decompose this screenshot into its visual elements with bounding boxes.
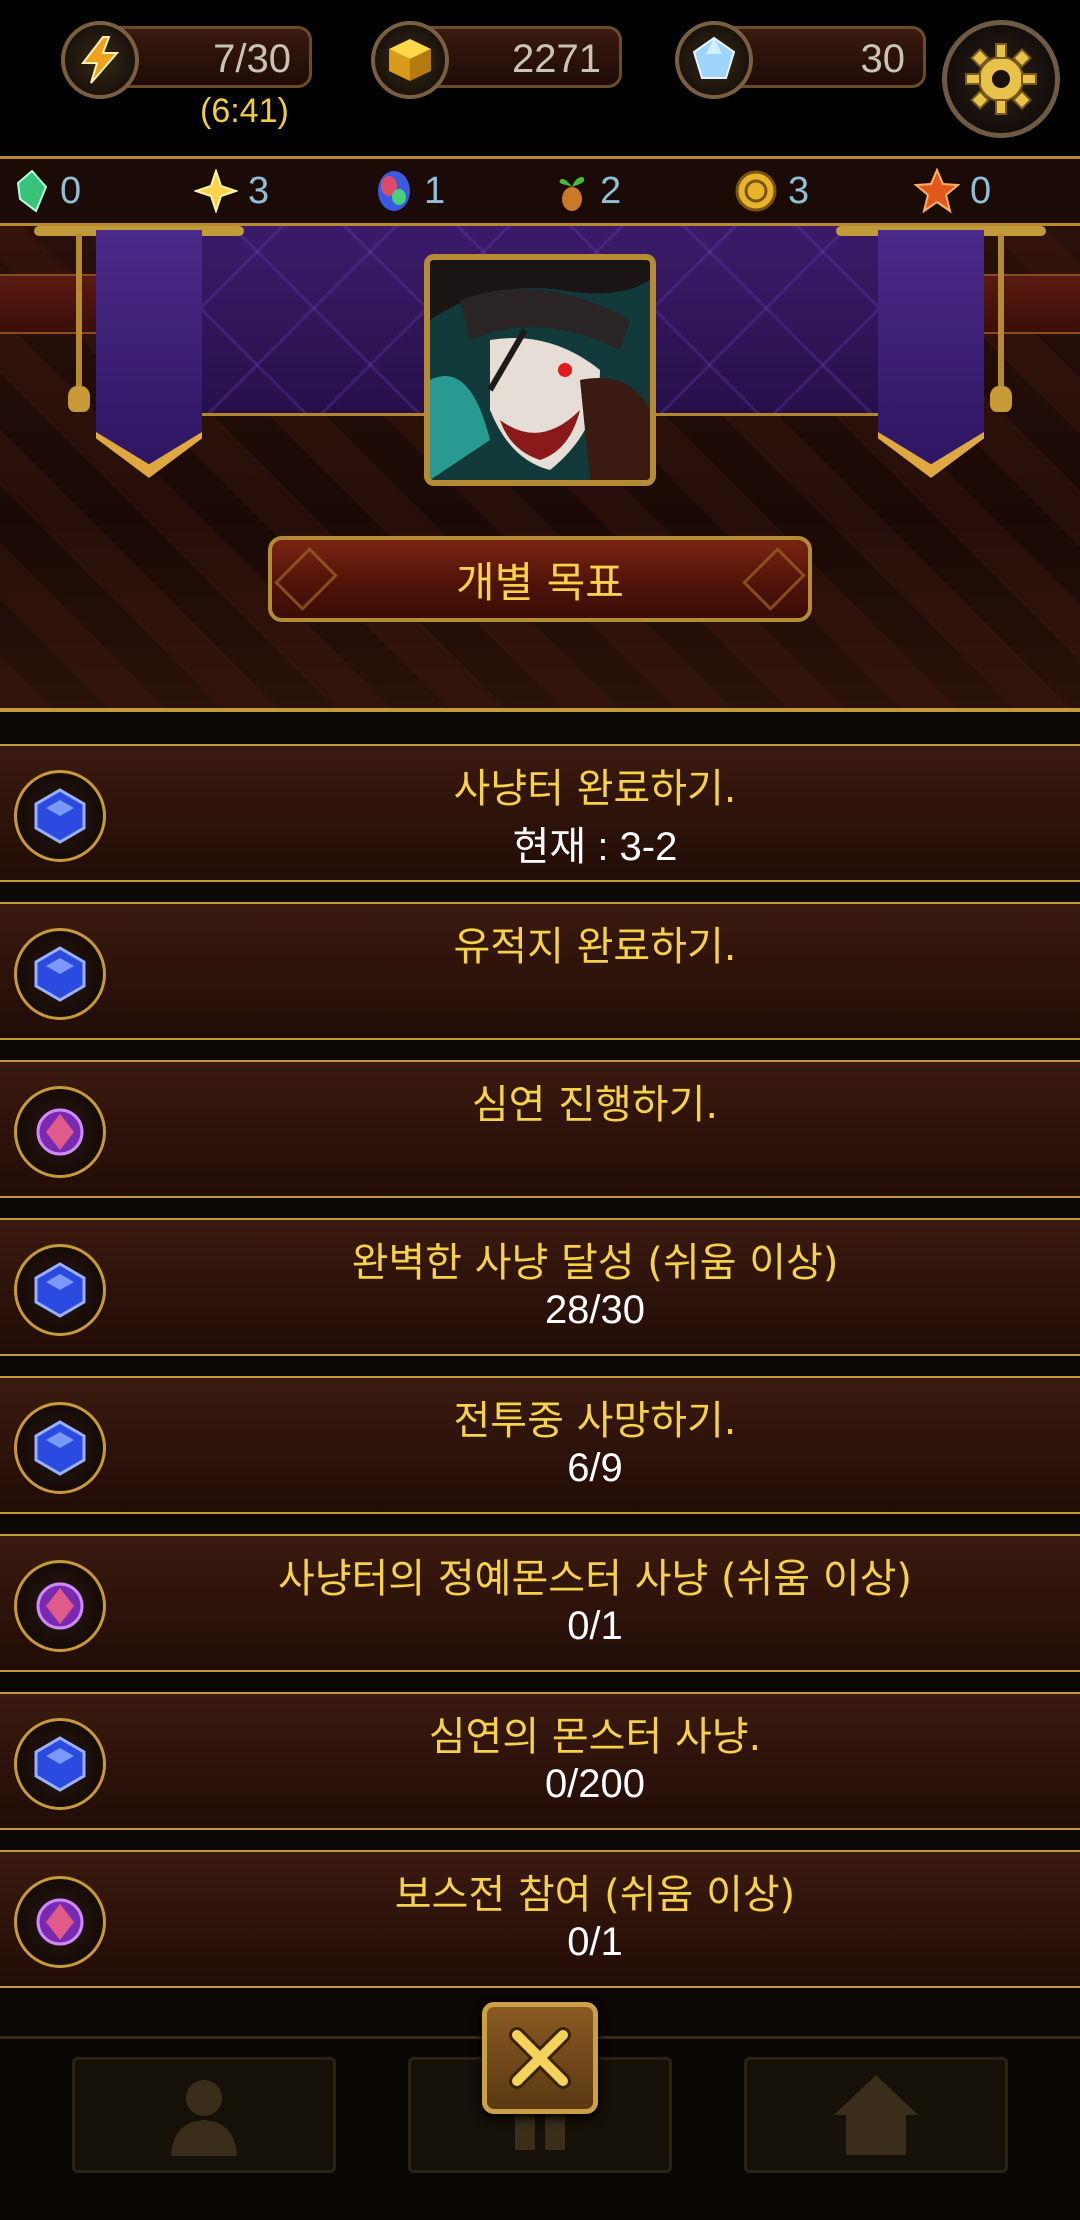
item-yellow-star[interactable]: 3 xyxy=(180,159,360,223)
goal-title-text: 완벽한 사냥 달성 (쉬움 이상) xyxy=(351,1240,839,1286)
nav-character-button[interactable] xyxy=(72,2057,336,2173)
gem-counter[interactable]: 30 xyxy=(675,21,926,99)
right-pennant xyxy=(878,230,984,478)
gold-counter[interactable]: 2271 xyxy=(371,21,622,99)
goal-row[interactable]: 사냥터의 정예몬스터 사냥 (쉬움 이상) 0/1 xyxy=(0,1534,1080,1672)
goal-title-text: 심연 진행하기. xyxy=(471,1082,719,1128)
item-inventory-strip: 0 3 1 2 3 0 xyxy=(0,156,1080,226)
home-icon xyxy=(834,2075,918,2155)
item-sprout[interactable]: 2 xyxy=(540,159,720,223)
sprout-icon xyxy=(559,177,585,211)
goal-title-text: 보스전 참여 (쉬움 이상) xyxy=(394,1872,796,1918)
blue-gem-reward-icon xyxy=(14,928,106,1020)
goal-title-text: 사냥터 완료하기. xyxy=(453,766,737,812)
goal-header: 개별 목표 xyxy=(0,226,1080,712)
gold-cube-icon xyxy=(371,21,449,99)
gold-coin-icon xyxy=(735,170,777,212)
goal-row[interactable]: 전투중 사망하기. 6/9 xyxy=(0,1376,1080,1514)
right-ornament xyxy=(742,547,806,611)
item-rainbow-gem[interactable]: 1 xyxy=(360,159,540,223)
gem-value: 30 xyxy=(860,37,906,81)
goal-progress: 0/1 xyxy=(567,1604,623,1648)
gear-icon xyxy=(965,43,1037,115)
goal-row[interactable]: 유적지 완료하기. xyxy=(0,902,1080,1040)
settings-button[interactable] xyxy=(942,20,1060,138)
rainbow-gem-icon xyxy=(378,171,410,211)
left-ornament xyxy=(274,547,338,611)
goal-progress: 0/1 xyxy=(567,1920,623,1964)
green-crystal-icon xyxy=(16,169,48,213)
header-divider xyxy=(0,708,1080,712)
nav-home-button[interactable] xyxy=(744,2057,1008,2173)
blue-gem-reward-icon xyxy=(14,1402,106,1494)
goal-row[interactable]: 완벽한 사냥 달성 (쉬움 이상) 28/30 xyxy=(0,1218,1080,1356)
item-green-crystal[interactable]: 0 xyxy=(0,159,180,223)
goal-title-text: 심연의 몬스터 사냥. xyxy=(428,1714,762,1760)
item-gold-coin[interactable]: 3 xyxy=(720,159,900,223)
red-star-icon xyxy=(914,168,960,214)
goal-title-text: 사냥터의 정예몬스터 사냥 (쉬움 이상) xyxy=(277,1556,913,1602)
hero-portrait xyxy=(424,254,656,486)
left-tassel xyxy=(68,234,90,412)
goal-progress: 현재 : 3-2 xyxy=(512,825,678,869)
right-tassel xyxy=(990,234,1012,412)
energy-timer: (6:41) xyxy=(200,92,289,130)
goal-progress: 0/200 xyxy=(544,1762,646,1806)
blue-gem-reward-icon xyxy=(14,1244,106,1336)
left-pennant xyxy=(96,230,202,478)
goal-progress: 28/30 xyxy=(544,1288,646,1332)
gold-value: 2271 xyxy=(512,37,601,81)
goal-title-text: 유적지 완료하기. xyxy=(453,924,737,970)
blue-gem-reward-icon xyxy=(14,770,106,862)
goal-row[interactable]: 보스전 참여 (쉬움 이상) 0/1 xyxy=(0,1850,1080,1988)
item-red-star[interactable]: 0 xyxy=(900,159,1080,223)
purple-gem-reward-icon xyxy=(14,1560,106,1652)
purple-gem-reward-icon xyxy=(14,1876,106,1968)
goal-progress: 6/9 xyxy=(567,1446,623,1490)
blue-gem-reward-icon xyxy=(14,1718,106,1810)
goal-title: 개별 목표 xyxy=(456,557,624,607)
person-icon xyxy=(171,2080,237,2156)
goal-row[interactable]: 심연 진행하기. xyxy=(0,1060,1080,1198)
goal-row[interactable]: 사냥터 완료하기. 현재 : 3-2 xyxy=(0,744,1080,882)
goal-title-text: 전투중 사망하기. xyxy=(453,1398,737,1444)
goal-title-plate: 개별 목표 xyxy=(268,536,812,622)
goal-row[interactable]: 심연의 몬스터 사냥. 0/200 xyxy=(0,1692,1080,1830)
purple-gem-reward-icon xyxy=(14,1086,106,1178)
lightning-icon xyxy=(61,21,139,99)
energy-value: 7/30 xyxy=(213,37,291,81)
close-icon xyxy=(509,2027,571,2089)
energy-counter[interactable]: 7/30 xyxy=(61,21,312,99)
resource-bar: 7/30 (6:41) 2271 30 xyxy=(0,0,1080,156)
close-button[interactable] xyxy=(482,2002,598,2114)
diamond-icon xyxy=(675,21,753,99)
yellow-star-icon xyxy=(194,169,238,213)
